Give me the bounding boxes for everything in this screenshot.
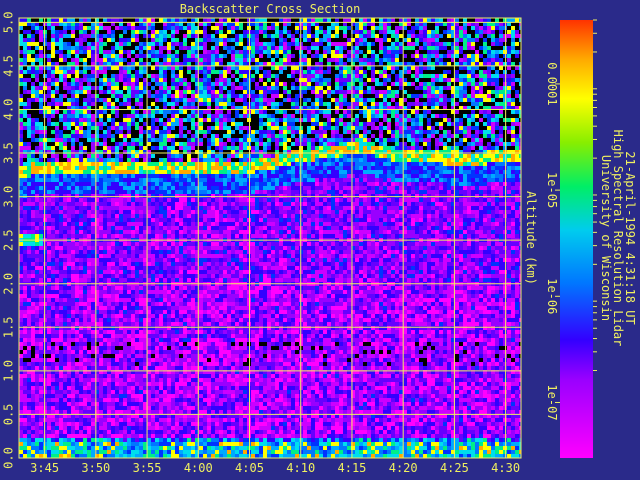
y-tick-label: 1.5 <box>2 316 16 338</box>
y-tick-label: 0.0 <box>2 447 16 469</box>
y-axis: 0.0 0.5 1.0 1.5 2.0 2.5 3.0 3.5 4.0 4.5 5.0 <box>2 12 16 469</box>
annotation-institution: University of Wisconsin <box>599 155 613 321</box>
x-tick-label: 4:05 <box>235 461 264 475</box>
y-tick-label: 4.5 <box>2 55 16 77</box>
y-tick-label: 0.5 <box>2 404 16 426</box>
colorbar <box>560 20 593 458</box>
x-tick-label: 4:20 <box>389 461 418 475</box>
y-tick-label: 2.0 <box>2 273 16 295</box>
heatmap-layer <box>19 18 521 458</box>
y-tick-label: 3.0 <box>2 186 16 208</box>
colorbar-tick-label: 1e-07 <box>545 384 559 420</box>
y-tick-label: 5.0 <box>2 12 16 34</box>
x-tick-label: 3:45 <box>30 461 59 475</box>
y-tick-label: 3.5 <box>2 142 16 164</box>
y-tick-label: 4.0 <box>2 99 16 121</box>
x-tick-label: 4:15 <box>338 461 367 475</box>
colorbar-tick-label: 0.0001 <box>545 62 559 105</box>
annotation-timestamp: 21-April-1994 4:31:18 UT <box>623 151 637 324</box>
y-axis-label: Altitude (km) <box>524 191 538 285</box>
x-tick-label: 4:25 <box>440 461 469 475</box>
x-axis: 3:45 3:50 3:55 4:00 4:05 4:10 4:15 4:20 4:25 4:30 <box>30 461 520 475</box>
colorbar-tick-label: 1e-06 <box>545 278 559 314</box>
annotation-instrument: High Spectral Resolution Lidar <box>611 130 625 347</box>
x-tick-label: 4:00 <box>184 461 213 475</box>
x-tick-label: 4:10 <box>286 461 315 475</box>
x-tick-label: 3:55 <box>133 461 162 475</box>
backscatter-plot: Backscatter Cross Section 0.0 0.5 1.0 1.5 2.… <box>2 2 638 475</box>
chart-title: Backscatter Cross Section <box>180 2 361 16</box>
y-tick-label: 1.0 <box>2 360 16 382</box>
y-tick-label: 2.5 <box>2 229 16 251</box>
colorbar-tick-label: 1e-05 <box>545 172 559 208</box>
x-tick-label: 3:50 <box>81 461 110 475</box>
x-tick-label: 4:30 <box>491 461 520 475</box>
